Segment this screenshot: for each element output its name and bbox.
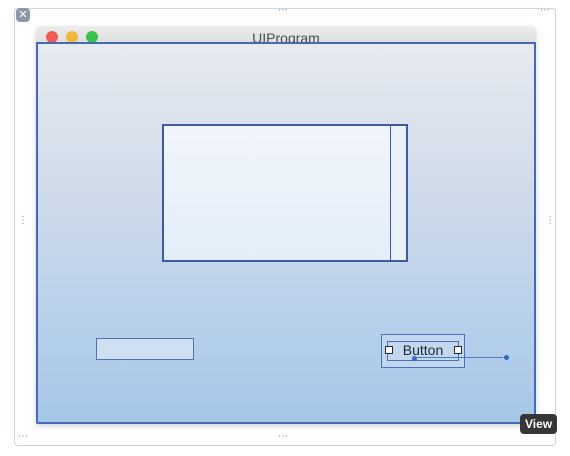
close-scene-icon[interactable]: ✕ xyxy=(16,8,30,22)
push-button-selection[interactable]: Button xyxy=(381,334,465,368)
resize-handle-right[interactable]: ⋮ xyxy=(545,216,555,226)
resize-handle-left[interactable]: ⋮ xyxy=(18,216,28,226)
resize-handle-bottom-left[interactable]: ⋯ xyxy=(18,432,29,442)
app-window[interactable]: UIProgram Button xyxy=(36,26,536,424)
vertical-scroller[interactable] xyxy=(390,126,406,260)
right-resize-handle[interactable] xyxy=(454,346,462,354)
constraint-end-anchor[interactable] xyxy=(504,355,509,360)
interface-builder-canvas: ✕ ⋯ ⋯ ⋯ ⋯ ⋮ ⋮ UIProgram Button View xyxy=(0,0,570,456)
resize-handle-bottom[interactable]: ⋯ xyxy=(278,432,289,442)
constraint-line xyxy=(413,357,503,358)
text-field[interactable] xyxy=(96,338,194,360)
button-label: Button xyxy=(402,342,444,358)
content-view[interactable]: Button xyxy=(36,42,536,424)
resize-handle-top[interactable]: ⋯ xyxy=(278,6,289,16)
scrollable-text-view[interactable] xyxy=(162,124,408,262)
view-tooltip: View xyxy=(520,414,558,434)
left-resize-handle[interactable] xyxy=(385,346,393,354)
resize-handle-top-right[interactable]: ⋯ xyxy=(540,6,551,16)
